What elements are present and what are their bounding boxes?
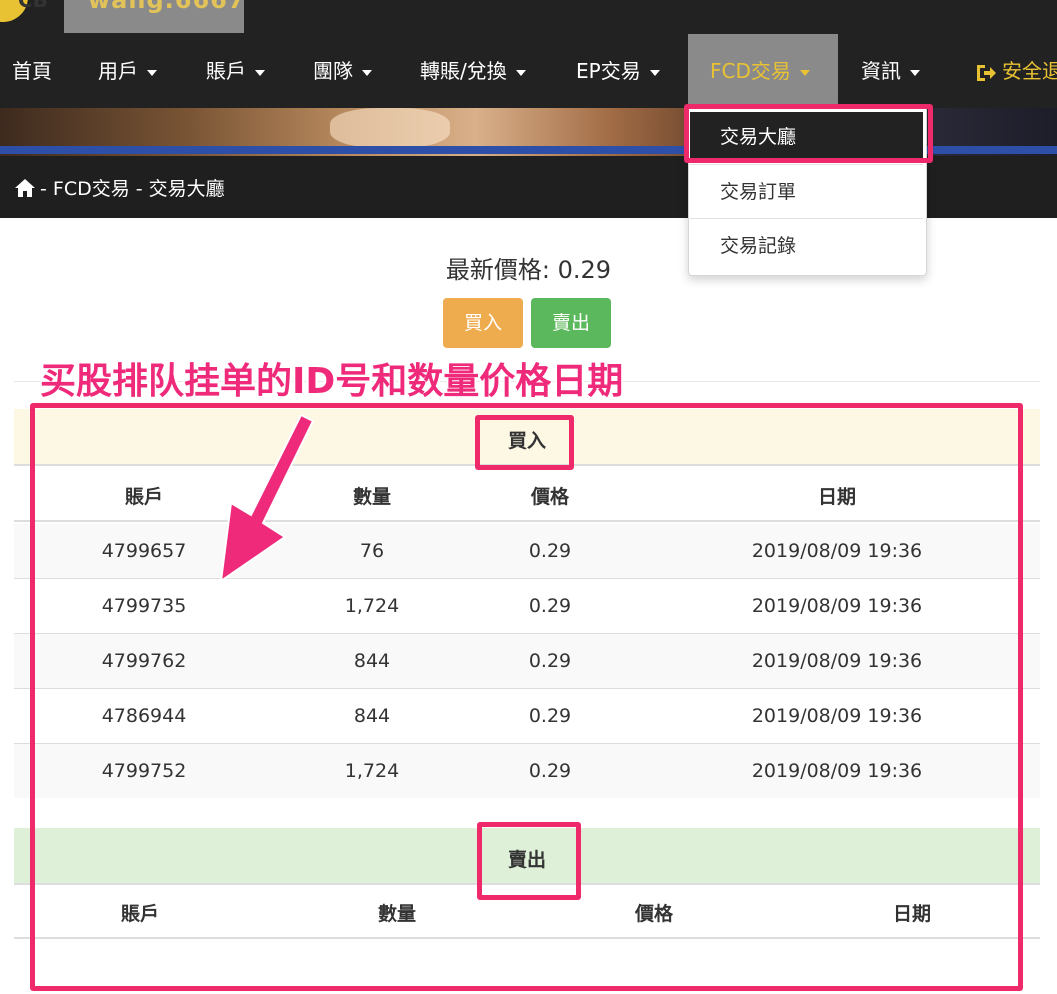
nav-info[interactable]: 資訊 [861,34,920,108]
chevron-down-icon [255,69,265,76]
arrow-icon [219,415,315,584]
breadcrumb-path: - FCD交易 - 交易大廳 [40,178,225,200]
home-icon[interactable] [14,178,36,198]
nav-user[interactable]: 用戶 [98,34,157,108]
username: wang.6667 [88,0,246,14]
dropdown-divider [690,164,923,165]
latest-price: 最新價格: 0.29 [445,256,612,284]
chevron-down-icon [515,69,526,76]
banner-highlight [330,108,450,148]
sign-out-icon [977,64,996,81]
nav-ep-trade[interactable]: EP交易 [576,34,660,108]
buy-button[interactable]: 買入 [443,298,523,348]
chevron-down-icon [910,69,920,76]
nav-fcd-trade[interactable]: FCD交易 [688,34,838,108]
logo-text: CB [18,0,48,12]
nav-account[interactable]: 賬戶 [206,34,265,108]
nav-home[interactable]: 首頁 [12,34,52,108]
dropdown-item-trade-orders[interactable]: 交易訂單 [690,166,923,218]
nav-transfer[interactable]: 轉賬/兌換 [420,34,526,108]
chevron-down-icon [799,69,810,76]
highlight-box-tables [30,403,1023,991]
highlight-box-buy-title [475,415,574,470]
annotation-caption: 买股排队挂单的ID号和数量价格日期 [40,361,624,402]
nav-logout[interactable]: 安全退出 [975,34,1057,108]
chevron-down-icon [362,69,372,76]
nav-team[interactable]: 團隊 [313,34,372,108]
chevron-down-icon [147,69,157,76]
highlight-box-sell-title [477,822,581,900]
chevron-down-icon [649,69,660,76]
sell-button[interactable]: 賣出 [531,298,611,348]
dropdown-divider [690,218,923,219]
highlight-box-dropdown [684,104,933,163]
